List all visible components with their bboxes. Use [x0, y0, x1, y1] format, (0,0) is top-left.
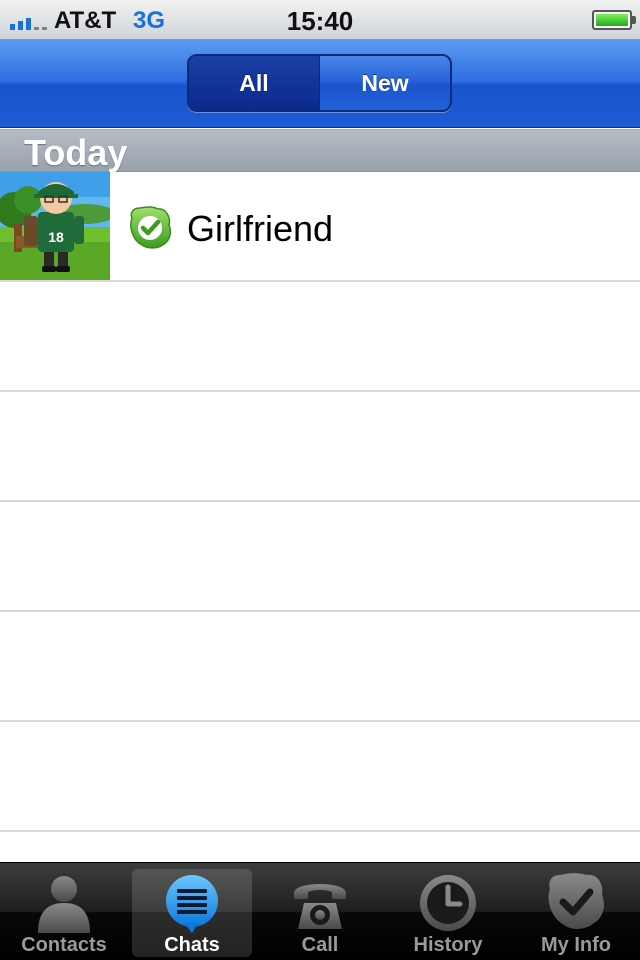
- tab-chats[interactable]: Chats: [128, 863, 256, 960]
- segment-all[interactable]: All: [189, 56, 320, 110]
- battery-icon: [592, 10, 636, 30]
- my-info-check-icon: [548, 873, 604, 929]
- empty-row: [0, 392, 640, 502]
- tab-label: History: [413, 934, 483, 956]
- nav-bar: All New: [0, 40, 640, 128]
- tab-label: My Info: [541, 934, 611, 956]
- chats-bubble-icon: [166, 875, 218, 933]
- contacts-person-icon: [38, 876, 90, 933]
- tab-label: Contacts: [21, 934, 107, 956]
- history-clock-icon: [420, 875, 476, 931]
- tab-contacts[interactable]: Contacts: [0, 863, 128, 960]
- empty-row: [0, 502, 640, 612]
- status-bar: AT&T 3G 15:40: [0, 0, 640, 40]
- status-time: 15:40: [286, 6, 354, 36]
- contact-name: Girlfriend: [187, 208, 334, 249]
- segment-new[interactable]: New: [320, 56, 450, 110]
- tab-bar: Contacts Chats Call History My Info: [0, 862, 640, 960]
- avatar: 18: [0, 172, 110, 280]
- tab-call[interactable]: Call: [256, 863, 384, 960]
- section-header: Today: [0, 129, 640, 173]
- section-title: Today: [24, 132, 128, 173]
- empty-row: [0, 722, 640, 832]
- empty-row: [0, 612, 640, 722]
- chat-list: 18 Girlfriend: [0, 172, 640, 862]
- online-status-icon: [128, 206, 172, 250]
- call-phone-icon: [294, 884, 346, 929]
- filter-segmented-control: All New: [187, 54, 452, 112]
- tab-my-info[interactable]: My Info: [512, 863, 640, 960]
- tab-history[interactable]: History: [384, 863, 512, 960]
- tab-label: Chats: [164, 934, 220, 956]
- tab-label: Call: [301, 934, 339, 956]
- empty-row: [0, 282, 640, 392]
- svg-text:18: 18: [48, 229, 64, 245]
- chat-row[interactable]: 18 Girlfriend: [0, 172, 640, 282]
